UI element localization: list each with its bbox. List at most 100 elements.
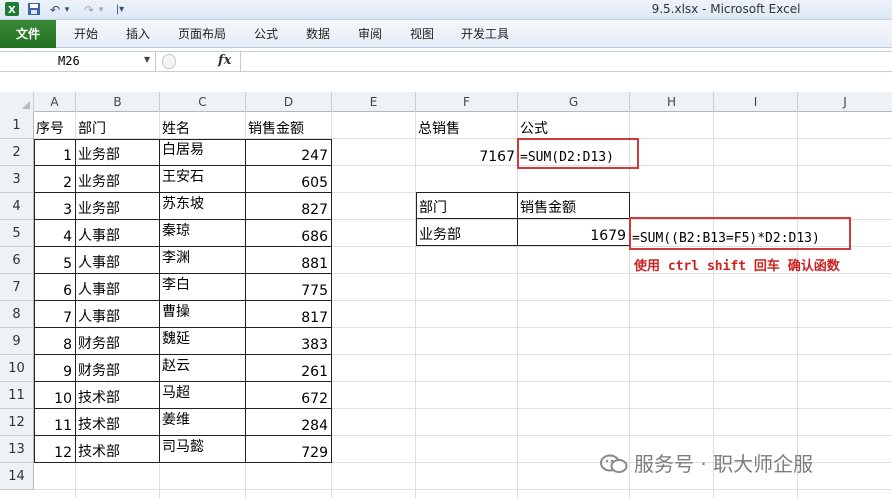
row-header-6[interactable]: 6 <box>0 247 34 274</box>
table-cell-amount[interactable]: 729 <box>246 436 332 463</box>
column-header-e[interactable]: E <box>332 92 416 112</box>
cell-g1[interactable]: 公式 <box>518 112 630 139</box>
tab-formulas[interactable]: 公式 <box>244 20 288 48</box>
table-cell-amount[interactable]: 284 <box>246 409 332 436</box>
column-header-g[interactable]: G <box>518 92 630 112</box>
table-cell-amount[interactable]: 775 <box>246 274 332 301</box>
table-cell-dept[interactable]: 财务部 <box>76 328 160 355</box>
table-cell-name[interactable]: 王安石 <box>160 166 246 193</box>
tab-file[interactable]: 文件 <box>0 20 56 48</box>
table-cell-seq[interactable]: 11 <box>34 409 76 436</box>
tab-review[interactable]: 审阅 <box>348 20 392 48</box>
table-cell-dept[interactable]: 人事部 <box>76 247 160 274</box>
table-cell-seq[interactable]: 7 <box>34 301 76 328</box>
table-cell-dept[interactable]: 技术部 <box>76 436 160 463</box>
chevron-down-icon[interactable]: ▼ <box>144 55 150 64</box>
row-header-7[interactable]: 7 <box>0 274 34 301</box>
table-cell-value: 业务部 <box>78 147 120 163</box>
row-header-12[interactable]: 12 <box>0 409 34 436</box>
table-cell-name[interactable]: 秦琼 <box>160 220 246 247</box>
table-cell-name[interactable]: 马超 <box>160 382 246 409</box>
cell-f4[interactable]: 部门 <box>416 192 518 219</box>
table-cell-dept[interactable]: 财务部 <box>76 355 160 382</box>
tab-insert[interactable]: 插入 <box>116 20 160 48</box>
formula-input[interactable] <box>240 52 892 71</box>
table-cell-seq[interactable]: 3 <box>34 193 76 220</box>
table-cell-seq[interactable]: 2 <box>34 166 76 193</box>
table-cell-dept[interactable]: 人事部 <box>76 301 160 328</box>
row-header-4[interactable]: 4 <box>0 193 34 220</box>
tab-page-layout[interactable]: 页面布局 <box>170 20 234 48</box>
table-cell-seq[interactable]: 4 <box>34 220 76 247</box>
table-cell-dept[interactable]: 业务部 <box>76 193 160 220</box>
cell-f1[interactable]: 总销售 <box>416 112 518 139</box>
row-header-9[interactable]: 9 <box>0 328 34 355</box>
row-header-8[interactable]: 8 <box>0 301 34 328</box>
table-header-seq[interactable]: 序号 <box>34 112 76 139</box>
cell-f2[interactable]: 7167 <box>416 139 518 166</box>
table-cell-dept[interactable]: 技术部 <box>76 382 160 409</box>
column-header-j[interactable]: J <box>798 92 892 112</box>
tab-view[interactable]: 视图 <box>400 20 444 48</box>
table-cell-dept[interactable]: 业务部 <box>76 139 160 166</box>
row-header-13[interactable]: 13 <box>0 436 34 463</box>
table-cell-amount[interactable]: 817 <box>246 301 332 328</box>
column-header-b[interactable]: B <box>76 92 160 112</box>
table-cell-name[interactable]: 李白 <box>160 274 246 301</box>
row-header-3[interactable]: 3 <box>0 166 34 193</box>
row-header-14[interactable]: 14 <box>0 463 34 490</box>
cell-f5[interactable]: 业务部 <box>416 219 518 246</box>
table-cell-name[interactable]: 姜维 <box>160 409 246 436</box>
table-cell-amount[interactable]: 827 <box>246 193 332 220</box>
table-cell-seq[interactable]: 10 <box>34 382 76 409</box>
column-header-c[interactable]: C <box>160 92 246 112</box>
tab-developer[interactable]: 开发工具 <box>452 20 518 48</box>
row-header-5[interactable]: 5 <box>0 220 34 247</box>
row-header-2[interactable]: 2 <box>0 139 34 166</box>
table-cell-dept[interactable]: 业务部 <box>76 166 160 193</box>
table-cell-seq[interactable]: 8 <box>34 328 76 355</box>
table-cell-name[interactable]: 李渊 <box>160 247 246 274</box>
table-cell-name[interactable]: 曹操 <box>160 301 246 328</box>
table-cell-amount[interactable]: 261 <box>246 355 332 382</box>
table-header-name[interactable]: 姓名 <box>160 112 246 139</box>
table-cell-dept[interactable]: 技术部 <box>76 409 160 436</box>
name-box[interactable]: M26 ▼ <box>0 52 156 71</box>
cell-g5[interactable]: 1679 <box>518 219 630 246</box>
table-cell-seq[interactable]: 12 <box>34 436 76 463</box>
column-header-i[interactable]: I <box>714 92 798 112</box>
table-header-dept[interactable]: 部门 <box>76 112 160 139</box>
row-header-1[interactable]: 1 <box>0 112 34 139</box>
table-cell-dept[interactable]: 人事部 <box>76 274 160 301</box>
column-header-d[interactable]: D <box>246 92 332 112</box>
table-cell-seq[interactable]: 9 <box>34 355 76 382</box>
table-cell-name[interactable]: 白居易 <box>160 139 246 166</box>
select-all-corner[interactable] <box>0 92 34 112</box>
table-cell-amount[interactable]: 672 <box>246 382 332 409</box>
column-header-f[interactable]: F <box>416 92 518 112</box>
table-header-amount[interactable]: 销售金额 <box>246 112 332 139</box>
row-header-10[interactable]: 10 <box>0 355 34 382</box>
table-cell-amount[interactable]: 881 <box>246 247 332 274</box>
cell-g4[interactable]: 销售金额 <box>518 192 630 219</box>
table-cell-name[interactable]: 赵云 <box>160 355 246 382</box>
insert-function-icon[interactable]: fx <box>218 53 231 68</box>
worksheet-grid[interactable]: A B C D E F G H I J 1 2 3 4 5 6 7 8 9 10 11 12 13 14 … <box>0 72 892 498</box>
table-cell-seq[interactable]: 5 <box>34 247 76 274</box>
column-header-a[interactable]: A <box>34 92 76 112</box>
table-cell-amount[interactable]: 686 <box>246 220 332 247</box>
tab-home[interactable]: 开始 <box>64 20 108 48</box>
table-cell-seq[interactable]: 1 <box>34 139 76 166</box>
table-cell-name[interactable]: 司马懿 <box>160 436 246 463</box>
table-cell-dept[interactable]: 人事部 <box>76 220 160 247</box>
table-cell-name[interactable]: 魏延 <box>160 328 246 355</box>
row-header-11[interactable]: 11 <box>0 382 34 409</box>
table-cell-amount[interactable]: 247 <box>246 139 332 166</box>
column-header-h[interactable]: H <box>630 92 714 112</box>
table-cell-amount[interactable]: 605 <box>246 166 332 193</box>
formula-bar-grip-icon[interactable] <box>162 54 176 69</box>
table-cell-name[interactable]: 苏东坡 <box>160 193 246 220</box>
table-cell-seq[interactable]: 6 <box>34 274 76 301</box>
tab-data[interactable]: 数据 <box>296 20 340 48</box>
table-cell-amount[interactable]: 383 <box>246 328 332 355</box>
